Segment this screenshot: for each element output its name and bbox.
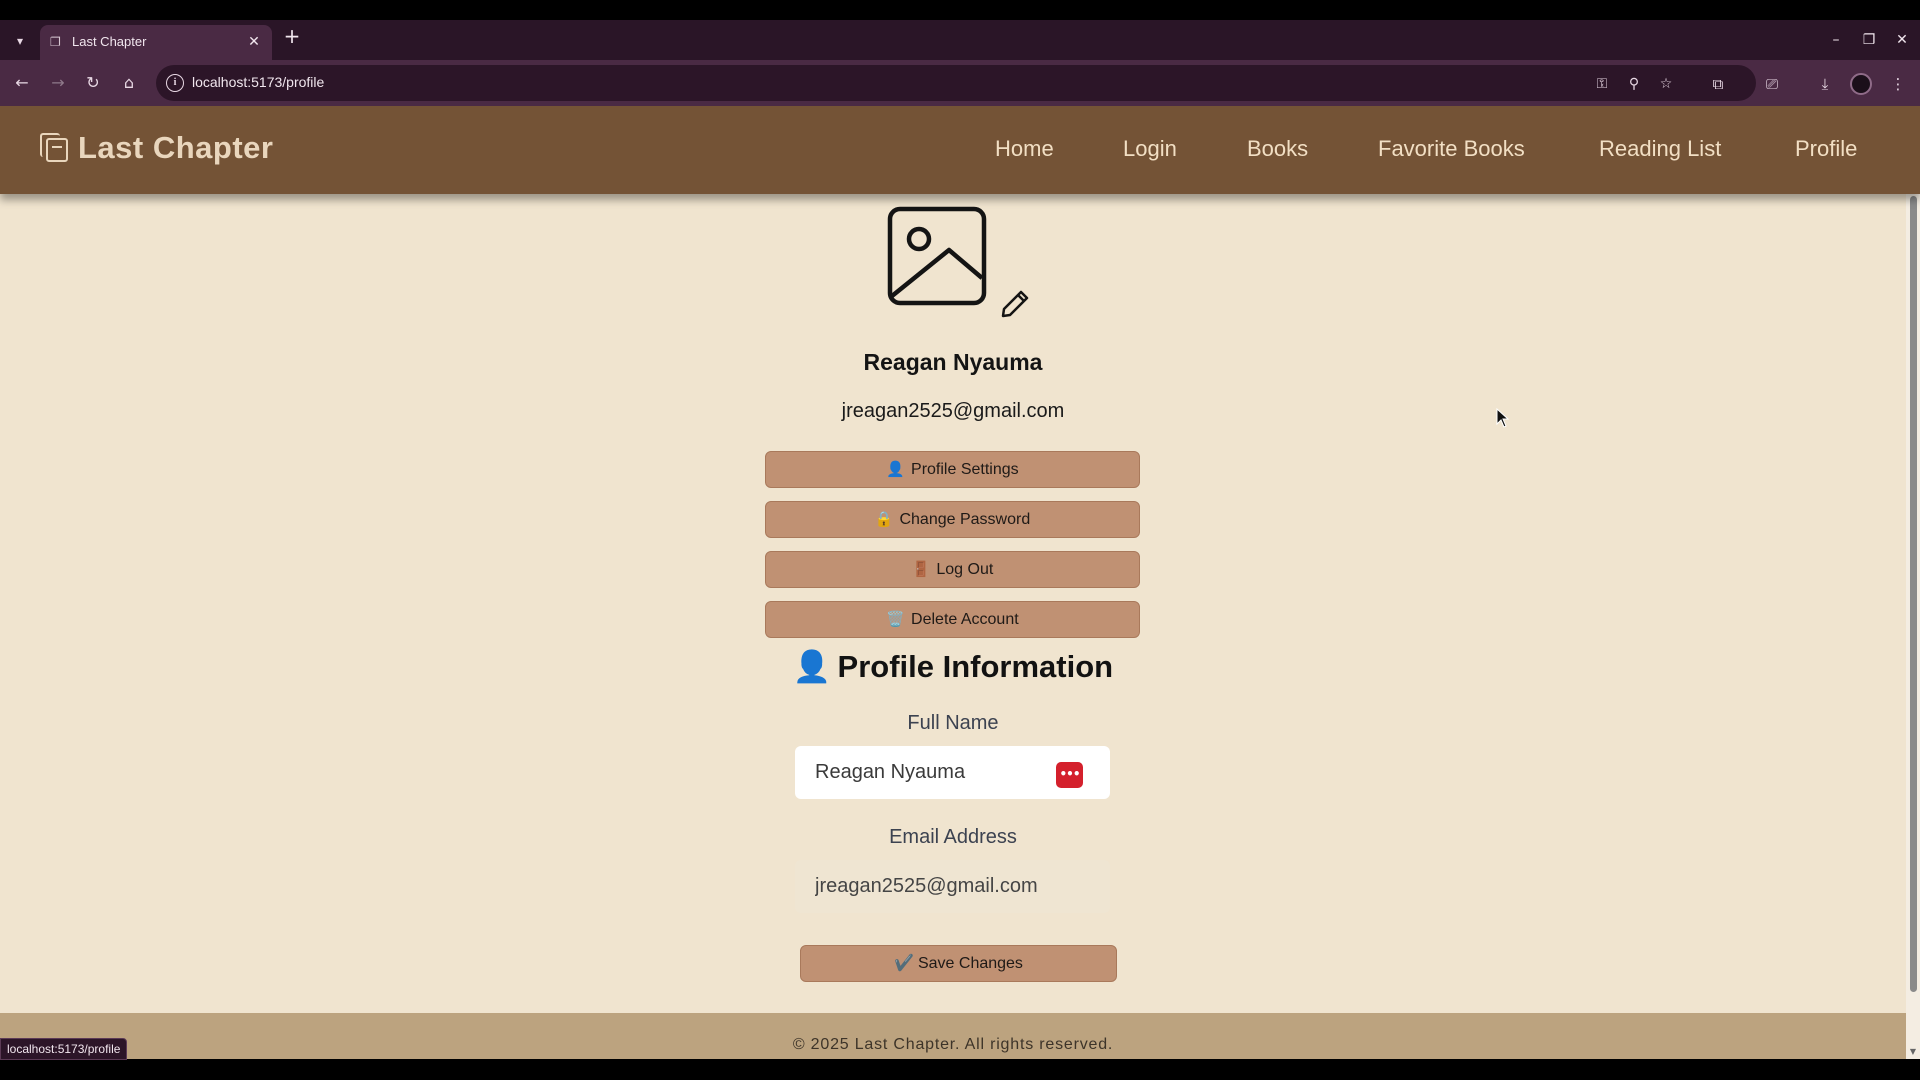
nav-link-reading-list[interactable]: Reading List (1599, 136, 1721, 162)
site-brand[interactable]: Last Chapter (40, 130, 273, 166)
edit-pencil-icon[interactable] (1000, 289, 1030, 319)
checkmark-icon: ✔️ (894, 955, 914, 972)
email-address-label: Email Address (889, 826, 1017, 848)
save-changes-button[interactable]: ✔️ Save Changes (800, 945, 1117, 982)
mouse-cursor-icon (1496, 408, 1510, 428)
back-arrow-icon[interactable]: ← (10, 71, 34, 95)
log-out-label: Log Out (936, 561, 994, 578)
door-icon: 🚪 (911, 561, 931, 578)
browser-toolbar: ← → ↻ ⌂ i localhost:5173/profile ⚿ ⚲ ☆ ⧉… (0, 60, 1920, 106)
email-address-input[interactable] (795, 860, 1110, 913)
profile-image-placeholder-icon[interactable] (887, 206, 987, 306)
profile-settings-button[interactable]: 👤 Profile Settings (765, 451, 1140, 488)
books-logo-icon (40, 133, 70, 163)
site-navbar: Last Chapter Home Login Books Favorite B… (0, 106, 1920, 194)
delete-account-button[interactable]: 🗑️ Delete Account (765, 601, 1140, 638)
forward-arrow-icon[interactable]: → (46, 71, 70, 95)
profile-settings-label: Profile Settings (911, 461, 1019, 478)
delete-account-label: Delete Account (911, 611, 1019, 628)
address-bar[interactable]: i localhost:5173/profile ⚿ ⚲ ☆ (156, 65, 1756, 101)
nav-link-favorite-books[interactable]: Favorite Books (1378, 136, 1525, 162)
bookmark-star-icon[interactable]: ☆ (1656, 74, 1676, 94)
download-icon[interactable]: ⤓ (1814, 73, 1836, 95)
nav-link-home[interactable]: Home (995, 136, 1054, 162)
nav-link-books[interactable]: Books (1247, 136, 1308, 162)
footer-copyright: © 2025 Last Chapter. All rights reserved… (792, 1036, 1114, 1053)
nav-link-login[interactable]: Login (1123, 136, 1177, 162)
site-footer: © 2025 Last Chapter. All rights reserved… (0, 1013, 1906, 1059)
page-scrollbar[interactable]: ▼ (1906, 194, 1920, 1059)
password-manager-icon[interactable]: ••• (1056, 762, 1083, 788)
site-info-icon[interactable]: i (166, 74, 184, 92)
scrollbar-thumb[interactable] (1910, 196, 1917, 992)
log-out-button[interactable]: 🚪 Log Out (765, 551, 1140, 588)
save-changes-label: Save Changes (917, 955, 1023, 972)
change-password-label: Change Password (899, 511, 1031, 528)
trash-icon: 🗑️ (886, 611, 906, 628)
extensions-puzzle-icon[interactable]: ⧉ (1707, 73, 1729, 95)
zoom-icon[interactable]: ⚲ (1624, 74, 1644, 94)
browser-tab[interactable]: ❐ Last Chapter ✕ (40, 25, 272, 60)
close-window-icon[interactable]: ✕ (1892, 30, 1912, 50)
profile-information-heading: 👤 Profile Information (0, 648, 1906, 685)
new-tab-plus-icon[interactable]: + (282, 26, 302, 47)
browser-menu-icon[interactable]: ⋮ (1887, 73, 1909, 95)
browser-profile-avatar[interactable] (1850, 73, 1872, 95)
user-icon: 👤 (886, 461, 906, 478)
profile-information-title: Profile Information (837, 649, 1114, 684)
browser-tab-bar: ▾ ❐ Last Chapter ✕ + – ❐ ✕ (0, 20, 1920, 60)
full-name-label: Full Name (907, 712, 999, 734)
lock-icon: 🔒 (874, 511, 894, 528)
page-viewport: Last Chapter Home Login Books Favorite B… (0, 106, 1920, 1059)
cast-icon[interactable]: ⎚ (1761, 73, 1783, 95)
profile-name: Reagan Nyauma (863, 349, 1043, 375)
nav-link-profile[interactable]: Profile (1795, 136, 1857, 162)
reload-icon[interactable]: ↻ (81, 71, 105, 95)
address-bar-url[interactable]: localhost:5173/profile (192, 74, 324, 90)
link-status-bubble: localhost:5173/profile (0, 1038, 128, 1060)
user-icon: 👤 (792, 649, 832, 684)
tab-favicon-icon: ❐ (50, 35, 61, 49)
tab-title: Last Chapter (72, 34, 147, 49)
profile-email: jreagan2525@gmail.com (841, 400, 1065, 422)
scroll-down-arrow-icon[interactable]: ▼ (1908, 1047, 1918, 1057)
tab-close-icon[interactable]: ✕ (244, 32, 264, 52)
home-icon[interactable]: ⌂ (117, 71, 141, 95)
password-key-icon[interactable]: ⚿ (1592, 74, 1612, 94)
screen: ▾ ❐ Last Chapter ✕ + – ❐ ✕ ← → ↻ ⌂ i loc… (0, 0, 1920, 1080)
change-password-button[interactable]: 🔒 Change Password (765, 501, 1140, 538)
tab-list-chevron-icon[interactable]: ▾ (8, 29, 32, 53)
brand-name: Last Chapter (78, 130, 274, 165)
restore-icon[interactable]: ❐ (1859, 30, 1879, 50)
minimize-icon[interactable]: – (1826, 30, 1846, 50)
